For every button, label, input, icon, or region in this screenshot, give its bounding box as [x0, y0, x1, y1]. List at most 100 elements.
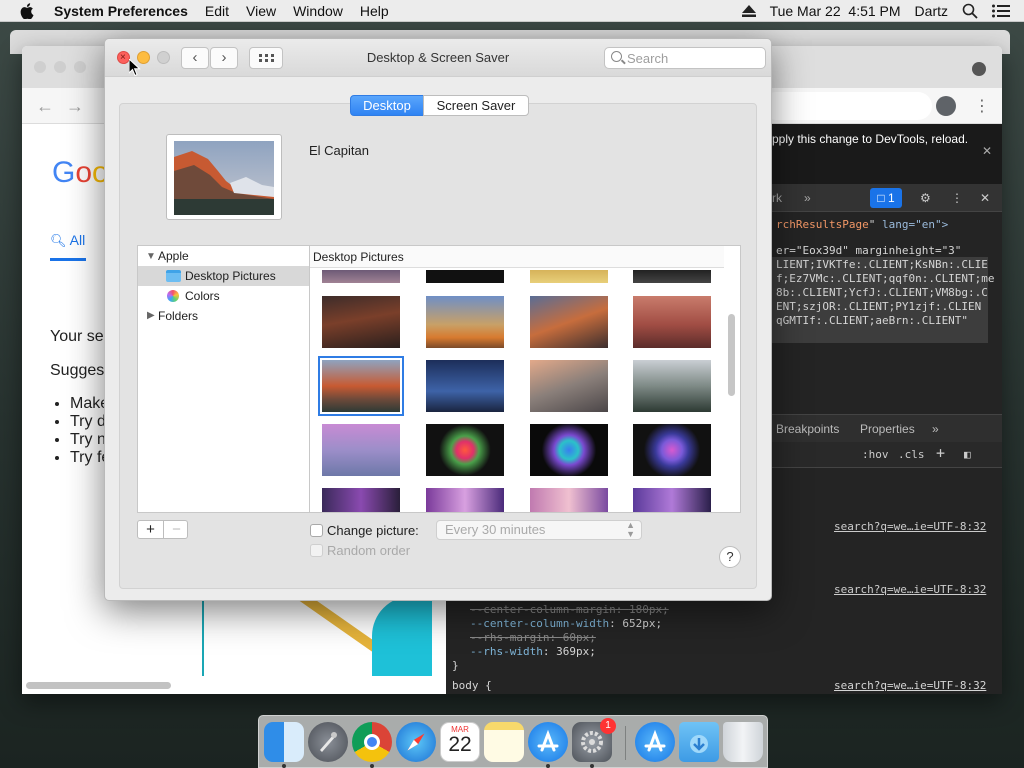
- picture-thumb[interactable]: [322, 424, 400, 476]
- change-interval-select[interactable]: Every 30 minutes ▲ ▼: [436, 520, 642, 540]
- picture-thumb[interactable]: [633, 296, 711, 348]
- help-button[interactable]: ?: [719, 546, 741, 568]
- disclosure-closed-icon[interactable]: ▶: [147, 306, 155, 326]
- chrome-profile-icon[interactable]: [936, 96, 956, 116]
- picture-thumb[interactable]: [633, 424, 711, 476]
- picture-thumb[interactable]: [322, 270, 400, 283]
- updown-arrows-icon: ▲ ▼: [626, 520, 635, 539]
- chrome-minimize-light[interactable]: [54, 61, 66, 73]
- devtools-tab-breakpoints[interactable]: Breakpoints: [776, 422, 839, 436]
- devtools-close-icon[interactable]: ✕: [980, 191, 990, 205]
- devtools-tab-network[interactable]: rk: [772, 191, 782, 205]
- add-folder-button[interactable]: +: [138, 521, 163, 538]
- picture-thumb[interactable]: [426, 424, 504, 476]
- picture-thumb[interactable]: [426, 360, 504, 412]
- disclosure-open-icon[interactable]: ▼: [146, 247, 156, 267]
- menu-help[interactable]: Help: [360, 3, 389, 19]
- change-picture-checkbox[interactable]: [310, 524, 323, 537]
- eject-icon[interactable]: [741, 5, 756, 17]
- source-item-desktop-pictures[interactable]: Desktop Pictures: [138, 266, 309, 286]
- css-declaration[interactable]: --center-column-width: 652px;: [470, 617, 662, 630]
- devtools-tab-properties[interactable]: Properties: [860, 422, 915, 436]
- google-tab-all[interactable]: 🔍︎ All: [50, 232, 85, 249]
- apple-menu[interactable]: [0, 2, 54, 19]
- dock-system-preferences-icon[interactable]: 1: [572, 718, 616, 762]
- picture-thumb-el-capitan[interactable]: [318, 356, 404, 416]
- css-selector[interactable]: body {: [452, 679, 492, 692]
- picture-grid[interactable]: Desktop Pictures: [309, 245, 741, 513]
- search-field[interactable]: [604, 47, 766, 69]
- css-declaration[interactable]: --center-column-margin: 180px;: [470, 603, 669, 616]
- picture-thumb[interactable]: [633, 360, 711, 412]
- dock-trash-icon[interactable]: [723, 722, 763, 762]
- devtools-issues-badge[interactable]: □ 1: [870, 188, 902, 208]
- dock-notes-icon[interactable]: [484, 722, 524, 762]
- folder-icon: [166, 270, 181, 282]
- html-line: LIENT;IVKTfe:.CLIENT;KsNBn:.CLIE: [776, 258, 988, 271]
- close-icon[interactable]: ✕: [982, 144, 992, 158]
- picture-thumb[interactable]: [426, 270, 504, 283]
- chrome-close-light[interactable]: [34, 61, 46, 73]
- spotlight-icon[interactable]: [962, 3, 978, 19]
- hov-toggle[interactable]: :hov: [862, 448, 889, 461]
- tab-desktop[interactable]: Desktop: [350, 95, 424, 116]
- chrome-omnibox[interactable]: [762, 92, 932, 120]
- source-group-folders[interactable]: ▶ Folders: [138, 306, 309, 326]
- cls-toggle[interactable]: .cls: [898, 448, 925, 461]
- add-rule-icon[interactable]: +: [936, 444, 945, 462]
- dock-app-store-download-icon[interactable]: [635, 722, 675, 762]
- dock-safari-icon[interactable]: [396, 722, 436, 762]
- gear-icon[interactable]: ⚙: [920, 191, 931, 205]
- dock-launchpad-icon[interactable]: [308, 722, 348, 762]
- menu-edit[interactable]: Edit: [205, 3, 229, 19]
- dock-downloads-folder-icon[interactable]: [679, 722, 719, 762]
- chrome-tab-search-icon[interactable]: [972, 62, 986, 76]
- more-tabs-icon[interactable]: »: [804, 191, 811, 205]
- random-order-checkbox[interactable]: [310, 544, 323, 557]
- picture-thumb[interactable]: [530, 488, 608, 512]
- source-group-apple[interactable]: ▼ Apple: [138, 246, 309, 266]
- menu-app-name[interactable]: System Preferences: [54, 3, 188, 19]
- dock-finder-icon[interactable]: [264, 722, 304, 762]
- chrome-back-icon[interactable]: ←: [36, 96, 54, 117]
- horizontal-scrollbar[interactable]: [26, 682, 171, 689]
- picture-thumb[interactable]: [426, 488, 504, 512]
- style-source-link[interactable]: search?q=we…ie=UTF-8:32: [834, 679, 986, 692]
- vertical-scrollbar[interactable]: [728, 314, 735, 396]
- picture-thumb[interactable]: [633, 270, 711, 283]
- menu-clock[interactable]: Tue Mar 22 4:51 PM: [770, 3, 901, 19]
- picture-thumb-high-sierra[interactable]: [426, 296, 504, 348]
- chrome-menu-icon[interactable]: ⋮: [974, 96, 990, 116]
- tab-screen-saver[interactable]: Screen Saver: [423, 95, 529, 116]
- remove-folder-button[interactable]: −: [164, 521, 189, 538]
- chrome-forward-icon[interactable]: →: [66, 96, 84, 117]
- notification-center-icon[interactable]: [992, 4, 1010, 18]
- menu-view[interactable]: View: [246, 3, 276, 19]
- source-group-label: Apple: [158, 249, 189, 263]
- devtools-menu-icon[interactable]: ⋮: [951, 191, 963, 205]
- style-source-link[interactable]: search?q=we…ie=UTF-8:32: [834, 583, 986, 596]
- picture-thumb[interactable]: [530, 270, 608, 283]
- menu-window[interactable]: Window: [293, 3, 343, 19]
- picture-thumb[interactable]: [322, 296, 400, 348]
- google-doodle-image[interactable]: [202, 596, 432, 676]
- source-item-colors[interactable]: Colors: [138, 286, 309, 306]
- css-declaration[interactable]: --rhs-width: 369px;: [470, 645, 596, 658]
- toggle-sidebar-icon[interactable]: ◧: [964, 448, 971, 461]
- picture-thumb[interactable]: [322, 488, 400, 512]
- picture-thumb[interactable]: [530, 424, 608, 476]
- dock-calendar-icon[interactable]: MAR 22: [440, 722, 480, 762]
- menu-user[interactable]: Dartz: [915, 3, 948, 19]
- picture-thumb-sierra[interactable]: [530, 296, 608, 348]
- more-tabs-icon[interactable]: »: [932, 422, 939, 436]
- search-input[interactable]: [627, 50, 759, 66]
- picture-thumb[interactable]: [633, 488, 711, 512]
- picture-thumb-yosemite[interactable]: [530, 360, 608, 412]
- change-interval-value: Every 30 minutes: [445, 522, 546, 537]
- dock-app-store-icon[interactable]: [528, 722, 568, 762]
- dock-chrome-icon[interactable]: [352, 722, 392, 762]
- chrome-zoom-light[interactable]: [74, 61, 86, 73]
- css-declaration[interactable]: --rhs-margin: 60px;: [470, 631, 596, 644]
- style-source-link[interactable]: search?q=we…ie=UTF-8:32: [834, 520, 986, 533]
- html-line: qGMTIf:.CLIENT;aeBrn:.CLIENT": [776, 314, 969, 327]
